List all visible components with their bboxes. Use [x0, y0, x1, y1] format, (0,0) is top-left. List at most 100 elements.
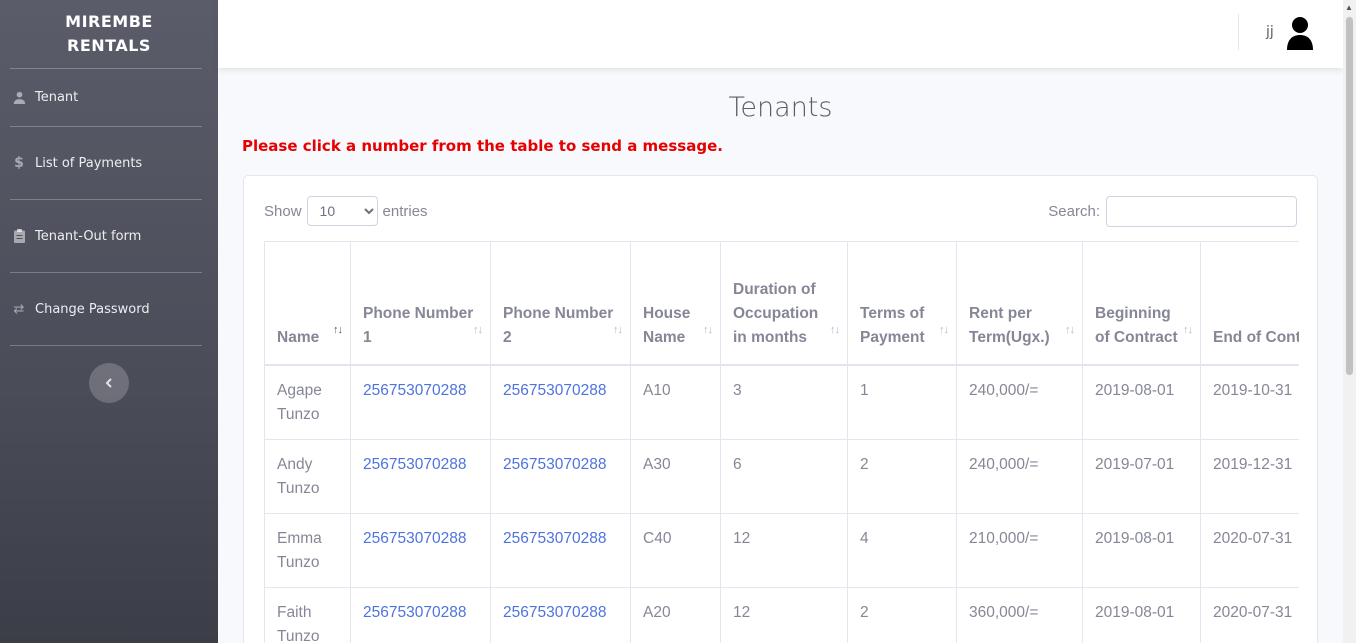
column-header-phone-2[interactable]: Phone Number 2 ↑↓ — [490, 241, 631, 366]
sort-icon: ↑↓ — [1065, 323, 1075, 336]
entries-control: Show 10 entries — [264, 196, 428, 226]
sidebar-item-label: Tenant-Out form — [35, 228, 142, 244]
sidebar-item-change-password[interactable]: ⇄ Change Password — [0, 273, 218, 345]
sort-icon: ↑↓ — [1183, 323, 1193, 336]
sidebar-item-tenant-out[interactable]: Tenant-Out form — [0, 200, 218, 272]
chevron-left-icon — [105, 378, 112, 388]
cell-phone-2: 256753070288 — [490, 586, 631, 643]
cell-duration: 12 — [720, 512, 848, 588]
exchange-icon: ⇄ — [13, 301, 25, 317]
phone-link[interactable]: 256753070288 — [503, 456, 606, 473]
cell-phone-2: 256753070288 — [490, 438, 631, 514]
cell-beginning: 2019-07-01 — [1082, 438, 1201, 514]
notice-message: Please click a number from the table to … — [242, 137, 723, 155]
show-label: Show — [264, 202, 302, 220]
table-row: Faith Tunzo 256753070288 256753070288 A2… — [264, 586, 1299, 643]
cell-terms: 2 — [847, 586, 957, 643]
column-header-house[interactable]: House Name ↑↓ — [630, 241, 721, 366]
cell-phone-1: 256753070288 — [350, 438, 491, 514]
cell-phone-1: 256753070288 — [350, 512, 491, 588]
scroll-up-icon[interactable]: ▲ — [1345, 3, 1353, 12]
cell-duration: 12 — [720, 586, 848, 643]
phone-link[interactable]: 256753070288 — [363, 382, 466, 399]
scrollbar-thumb[interactable] — [1346, 17, 1353, 375]
phone-link[interactable]: 256753070288 — [363, 456, 466, 473]
cell-phone-1: 256753070288 — [350, 586, 491, 643]
cell-phone-1: 256753070288 — [350, 364, 491, 440]
page-scrollbar[interactable]: ▲ — [1343, 0, 1356, 643]
cell-rent: 240,000/= — [956, 438, 1083, 514]
table-row: Emma Tunzo 256753070288 256753070288 C40… — [264, 512, 1299, 588]
cell-terms: 1 — [847, 364, 957, 440]
column-header-duration[interactable]: Duration of Occupation in months ↑↓ — [720, 241, 848, 366]
table-container: Name ↑↓ Phone Number 1 ↑↓ Phone Number 2 ↑↓… — [264, 241, 1299, 643]
brand-line-1: MIREMBE — [65, 12, 153, 31]
sidebar-item-tenant[interactable]: Tenant — [0, 69, 218, 126]
user-avatar-icon[interactable] — [1285, 16, 1315, 50]
cell-phone-2: 256753070288 — [490, 364, 631, 440]
sidebar-item-label: Change Password — [35, 301, 150, 317]
brand-logo[interactable]: MIREMBE RENTALS — [0, 0, 218, 68]
sidebar-toggle-button[interactable] — [89, 363, 129, 403]
column-header-rent[interactable]: Rent per Term(Ugx.) ↑↓ — [956, 241, 1083, 366]
phone-link[interactable]: 256753070288 — [363, 530, 466, 547]
table-row: Andy Tunzo 256753070288 256753070288 A30… — [264, 438, 1299, 514]
sidebar-item-payments[interactable]: $ List of Payments — [0, 127, 218, 199]
cell-end: 2019-10-31 — [1200, 364, 1299, 440]
user-icon — [12, 91, 26, 105]
brand-line-2: RENTALS — [67, 36, 151, 55]
username[interactable]: jj — [1266, 24, 1274, 40]
cell-house: C40 — [630, 512, 721, 588]
cell-house: A20 — [630, 586, 721, 643]
topbar: jj — [218, 0, 1343, 68]
sort-icon: ↑↓ — [830, 323, 840, 336]
search-label: Search: — [1048, 203, 1100, 220]
sort-icon: ↑↓ — [939, 323, 949, 336]
cell-rent: 210,000/= — [956, 512, 1083, 588]
sidebar: MIREMBE RENTALS Tenant $ List of Payments… — [0, 0, 218, 643]
column-header-beginning[interactable]: Beginning of Contract ↑↓ — [1082, 241, 1201, 366]
cell-house: A30 — [630, 438, 721, 514]
clipboard-icon — [12, 229, 26, 243]
table-row: Agape Tunzo 256753070288 256753070288 A1… — [264, 364, 1299, 440]
sidebar-divider — [10, 345, 202, 346]
cell-end: 2020-07-31 — [1200, 512, 1299, 588]
cell-name: Agape Tunzo — [264, 364, 351, 440]
entries-select[interactable]: 10 — [306, 196, 378, 226]
page-title: Tenants — [728, 92, 833, 123]
sort-icon: ↑↓ — [333, 323, 343, 336]
cell-name: Andy Tunzo — [264, 438, 351, 514]
topbar-divider — [1238, 14, 1239, 50]
cell-name: Emma Tunzo — [264, 512, 351, 588]
table-header-row: Name ↑↓ Phone Number 1 ↑↓ Phone Number 2 ↑↓… — [264, 241, 1299, 366]
tenants-table: Name ↑↓ Phone Number 1 ↑↓ Phone Number 2 ↑↓… — [264, 241, 1299, 643]
cell-duration: 6 — [720, 438, 848, 514]
phone-link[interactable]: 256753070288 — [503, 604, 606, 621]
cell-name: Faith Tunzo — [264, 586, 351, 643]
search-input[interactable] — [1106, 196, 1297, 227]
phone-link[interactable]: 256753070288 — [503, 530, 606, 547]
entries-label: entries — [382, 202, 428, 220]
phone-link[interactable]: 256753070288 — [503, 382, 606, 399]
tenants-card: Show 10 entries Search: Name ↑↓ Phone Num… — [243, 175, 1318, 643]
column-header-end[interactable]: End of Contract↑↓ — [1200, 241, 1299, 366]
dollar-icon: $ — [14, 155, 24, 171]
cell-end: 2019-12-31 — [1200, 438, 1299, 514]
cell-phone-2: 256753070288 — [490, 512, 631, 588]
sort-icon: ↑↓ — [473, 323, 483, 336]
search-control: Search: — [1048, 196, 1297, 227]
sort-icon: ↑↓ — [703, 323, 713, 336]
cell-terms: 4 — [847, 512, 957, 588]
sidebar-item-label: Tenant — [35, 90, 79, 105]
cell-house: A10 — [630, 364, 721, 440]
phone-link[interactable]: 256753070288 — [363, 604, 466, 621]
column-header-phone-1[interactable]: Phone Number 1 ↑↓ — [350, 241, 491, 366]
column-header-name[interactable]: Name ↑↓ — [264, 241, 351, 366]
cell-beginning: 2019-08-01 — [1082, 586, 1201, 643]
cell-duration: 3 — [720, 364, 848, 440]
cell-rent: 240,000/= — [956, 364, 1083, 440]
sidebar-item-label: List of Payments — [35, 155, 143, 171]
column-header-terms[interactable]: Terms of Payment ↑↓ — [847, 241, 957, 366]
cell-beginning: 2019-08-01 — [1082, 512, 1201, 588]
cell-end: 2020-07-31 — [1200, 586, 1299, 643]
